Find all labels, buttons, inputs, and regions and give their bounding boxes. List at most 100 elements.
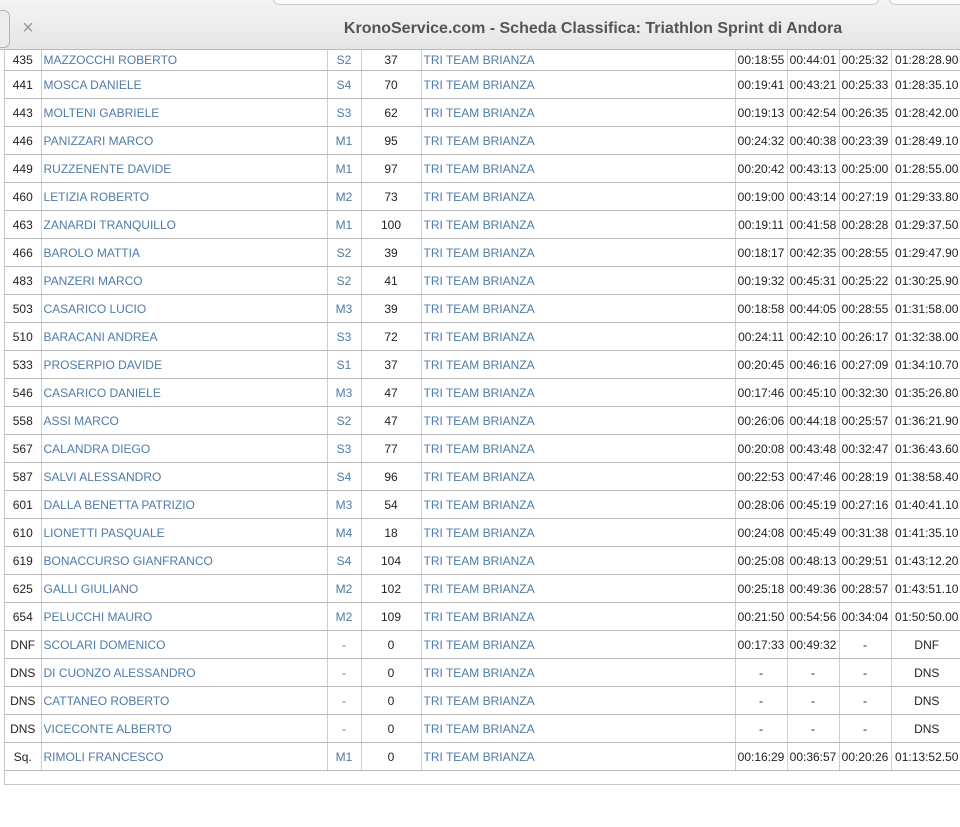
team-link[interactable]: TRI TEAM BRIANZA <box>421 490 736 519</box>
team-link[interactable]: TRI TEAM BRIANZA <box>421 602 736 631</box>
athlete-name-link[interactable]: MOLTENI GABRIELE <box>41 98 328 127</box>
table-row[interactable]: 503 CASARICO LUCIO M3 39 TRI TEAM BRIANZA 00:… <box>5 294 960 323</box>
athlete-name-link[interactable]: ASSI MARCO <box>41 406 328 435</box>
category-link[interactable]: S2 <box>327 406 362 435</box>
team-link[interactable]: TRI TEAM BRIANZA <box>421 350 736 379</box>
team-link[interactable]: TRI TEAM BRIANZA <box>421 126 736 155</box>
table-row[interactable]: Sq. RIMOLI FRANCESCO M1 0 TRI TEAM BRIANZA 00… <box>5 742 960 771</box>
table-row[interactable]: 587 SALVI ALESSANDRO S4 96 TRI TEAM BRIANZA 0… <box>5 462 960 491</box>
table-row[interactable]: DNS CATTANEO ROBERTO -0 TRI TEAM BRIANZA - - -… <box>5 686 960 715</box>
team-link[interactable]: TRI TEAM BRIANZA <box>421 686 736 715</box>
athlete-name-link[interactable]: VICECONTE ALBERTO <box>41 714 328 743</box>
athlete-name-link[interactable]: MOSCA DANIELE <box>41 70 328 99</box>
table-row[interactable]: 466 BAROLO MATTIA S2 39 TRI TEAM BRIANZA 00:1… <box>5 238 960 267</box>
table-row[interactable]: DNS DI CUONZO ALESSANDRO -0 TRI TEAM BRIANZ… <box>5 658 960 687</box>
athlete-name-link[interactable]: PELUCCHI MAURO <box>41 602 328 631</box>
category-link[interactable]: M3 <box>327 490 362 519</box>
athlete-name-link[interactable]: LETIZIA ROBERTO <box>41 182 328 211</box>
category-link[interactable]: S3 <box>327 322 362 351</box>
team-link[interactable]: TRI TEAM BRIANZA <box>421 546 736 575</box>
category-link[interactable]: M4 <box>327 518 362 547</box>
athlete-name-link[interactable]: PANIZZARI MARCO <box>41 126 328 155</box>
category-link[interactable]: - <box>327 658 362 687</box>
table-row[interactable]: 435 MAZZOCCHI ROBERTO S2 37 TRI TEAM BRIANZA… <box>5 50 960 71</box>
category-link[interactable]: M3 <box>327 294 362 323</box>
table-row[interactable]: 610 LIONETTI PASQUALE M4 18 TRI TEAM BRIANZA… <box>5 518 960 547</box>
table-row[interactable]: 483 PANZERI MARCO S2 41 TRI TEAM BRIANZA 00:1… <box>5 266 960 295</box>
athlete-name-link[interactable]: SCOLARI DOMENICO <box>41 630 328 659</box>
table-row[interactable]: 463 ZANARDI TRANQUILLO M1 100 TRI TEAM BRIAN… <box>5 210 960 239</box>
team-link[interactable]: TRI TEAM BRIANZA <box>421 210 736 239</box>
table-row[interactable]: 546 CASARICO DANIELE M3 47 TRI TEAM BRIANZA 0… <box>5 378 960 407</box>
table-row[interactable]: 558 ASSI MARCO S2 47 TRI TEAM BRIANZA 00:26:0… <box>5 406 960 435</box>
athlete-name-link[interactable]: CALANDRA DIEGO <box>41 434 328 463</box>
athlete-name-link[interactable]: RIMOLI FRANCESCO <box>41 742 328 771</box>
category-link[interactable]: - <box>327 714 362 743</box>
team-link[interactable]: TRI TEAM BRIANZA <box>421 266 736 295</box>
athlete-name-link[interactable]: GALLI GIULIANO <box>41 574 328 603</box>
category-link[interactable]: M2 <box>327 602 362 631</box>
athlete-name-link[interactable]: BARACANI ANDREA <box>41 322 328 351</box>
table-row[interactable]: 654 PELUCCHI MAURO M2 109 TRI TEAM BRIANZA 00… <box>5 602 960 631</box>
table-row[interactable]: 460 LETIZIA ROBERTO M2 73 TRI TEAM BRIANZA 00… <box>5 182 960 211</box>
table-row[interactable]: 567 CALANDRA DIEGO S3 77 TRI TEAM BRIANZA 00:… <box>5 434 960 463</box>
team-link[interactable]: TRI TEAM BRIANZA <box>421 630 736 659</box>
category-link[interactable]: S4 <box>327 70 362 99</box>
team-link[interactable]: TRI TEAM BRIANZA <box>421 574 736 603</box>
category-link[interactable]: S3 <box>327 434 362 463</box>
team-link[interactable]: TRI TEAM BRIANZA <box>421 378 736 407</box>
athlete-name-link[interactable]: BONACCURSO GIANFRANCO <box>41 546 328 575</box>
category-link[interactable]: M2 <box>327 182 362 211</box>
category-link[interactable]: S2 <box>327 238 362 267</box>
category-link[interactable]: M1 <box>327 154 362 183</box>
category-link[interactable]: M3 <box>327 378 362 407</box>
category-link[interactable]: S2 <box>327 266 362 295</box>
team-link[interactable]: TRI TEAM BRIANZA <box>421 434 736 463</box>
category-link[interactable]: M2 <box>327 574 362 603</box>
toolbar-button-edge[interactable] <box>888 0 960 5</box>
team-link[interactable]: TRI TEAM BRIANZA <box>421 658 736 687</box>
team-link[interactable]: TRI TEAM BRIANZA <box>421 98 736 127</box>
table-row[interactable]: 601 DALLA BENETTA PATRIZIO M3 54 TRI TEAM BR… <box>5 490 960 519</box>
category-link[interactable]: M1 <box>327 126 362 155</box>
team-link[interactable]: TRI TEAM BRIANZA <box>421 154 736 183</box>
team-link[interactable]: TRI TEAM BRIANZA <box>421 294 736 323</box>
athlete-name-link[interactable]: DI CUONZO ALESSANDRO <box>41 658 328 687</box>
team-link[interactable]: TRI TEAM BRIANZA <box>421 182 736 211</box>
address-bar-edge[interactable] <box>272 0 880 5</box>
team-link[interactable]: TRI TEAM BRIANZA <box>421 70 736 99</box>
table-row[interactable]: 446 PANIZZARI MARCO M1 95 TRI TEAM BRIANZA 00… <box>5 126 960 155</box>
athlete-name-link[interactable]: DALLA BENETTA PATRIZIO <box>41 490 328 519</box>
team-link[interactable]: TRI TEAM BRIANZA <box>421 50 736 71</box>
athlete-name-link[interactable]: SALVI ALESSANDRO <box>41 462 328 491</box>
athlete-name-link[interactable]: LIONETTI PASQUALE <box>41 518 328 547</box>
category-link[interactable]: - <box>327 686 362 715</box>
table-row[interactable]: DNF SCOLARI DOMENICO -0 TRI TEAM BRIANZA 00:… <box>5 630 960 659</box>
athlete-name-link[interactable]: MAZZOCCHI ROBERTO <box>41 50 328 71</box>
athlete-name-link[interactable]: RUZZENENTE DAVIDE <box>41 154 328 183</box>
table-row[interactable]: DNS VICECONTE ALBERTO -0 TRI TEAM BRIANZA - -… <box>5 714 960 743</box>
table-row[interactable]: 625 GALLI GIULIANO M2 102 TRI TEAM BRIANZA 00… <box>5 574 960 603</box>
athlete-name-link[interactable]: PANZERI MARCO <box>41 266 328 295</box>
category-link[interactable]: M1 <box>327 742 362 771</box>
athlete-name-link[interactable]: PROSERPIO DAVIDE <box>41 350 328 379</box>
team-link[interactable]: TRI TEAM BRIANZA <box>421 742 736 771</box>
category-link[interactable]: S4 <box>327 462 362 491</box>
category-link[interactable]: M1 <box>327 210 362 239</box>
team-link[interactable]: TRI TEAM BRIANZA <box>421 714 736 743</box>
athlete-name-link[interactable]: CASARICO DANIELE <box>41 378 328 407</box>
category-link[interactable]: S1 <box>327 350 362 379</box>
category-link[interactable]: - <box>327 630 362 659</box>
team-link[interactable]: TRI TEAM BRIANZA <box>421 406 736 435</box>
athlete-name-link[interactable]: CASARICO LUCIO <box>41 294 328 323</box>
team-link[interactable]: TRI TEAM BRIANZA <box>421 518 736 547</box>
table-row[interactable]: 449 RUZZENENTE DAVIDE M1 97 TRI TEAM BRIANZA… <box>5 154 960 183</box>
table-row[interactable]: 533 PROSERPIO DAVIDE S1 37 TRI TEAM BRIANZA 0… <box>5 350 960 379</box>
category-link[interactable]: S2 <box>327 50 362 71</box>
table-row[interactable]: 441 MOSCA DANIELE S4 70 TRI TEAM BRIANZA 00:1… <box>5 70 960 99</box>
athlete-name-link[interactable]: BAROLO MATTIA <box>41 238 328 267</box>
category-link[interactable]: S4 <box>327 546 362 575</box>
category-link[interactable]: S3 <box>327 98 362 127</box>
team-link[interactable]: TRI TEAM BRIANZA <box>421 462 736 491</box>
table-row[interactable]: 443 MOLTENI GABRIELE S3 62 TRI TEAM BRIANZA 0… <box>5 98 960 127</box>
